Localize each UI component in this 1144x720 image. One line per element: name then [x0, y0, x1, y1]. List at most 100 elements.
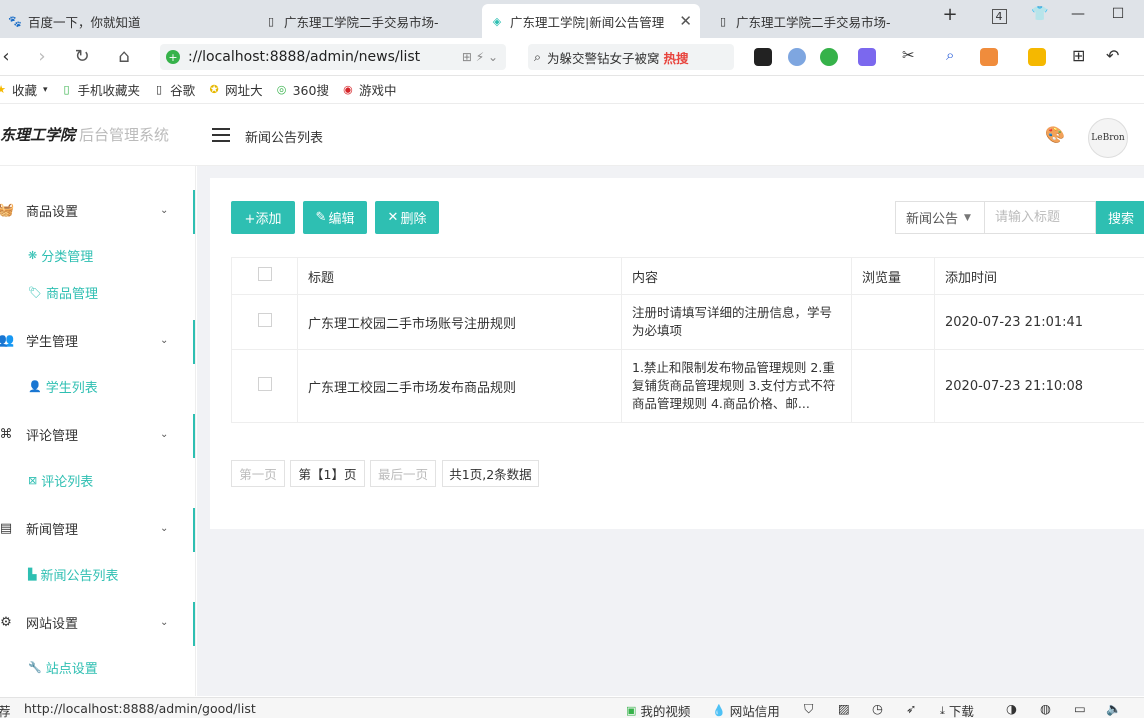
search-button[interactable]: 搜索: [1096, 201, 1144, 234]
menu-toggle-icon[interactable]: [212, 128, 230, 142]
category-filter-select[interactable]: 新闻公告 ▼: [895, 201, 985, 234]
extension-icon[interactable]: [754, 48, 772, 66]
coupon-icon[interactable]: [1028, 48, 1046, 66]
new-tab-icon[interactable]: +: [936, 4, 964, 25]
cell-views: [852, 295, 935, 350]
avatar[interactable]: LeBron: [1088, 118, 1128, 158]
status-browser[interactable]: ◍: [1040, 701, 1051, 716]
title-search-input[interactable]: [984, 201, 1096, 234]
chevron-down-icon: ⌄: [160, 205, 168, 216]
active-indicator: [193, 602, 196, 646]
table-row[interactable]: 广东理工校园二手市场发布商品规则 1.禁止和限制发布物品管理规则 2.重复铺货商…: [232, 350, 1144, 423]
ring-icon: ◎: [275, 83, 289, 97]
tab-label: 广东理工学院|新闻公告管理: [510, 12, 664, 31]
image-icon: ▨: [838, 701, 850, 716]
sidebar-group-news[interactable]: ▤ 新闻管理 ⌄: [0, 508, 196, 548]
sidebar-group-site-settings[interactable]: ⚙ 网站设置 ⌄: [0, 602, 196, 642]
theme-palette-icon[interactable]: 🎨: [1045, 125, 1065, 144]
status-link-url: http://localhost:8888/admin/good/list: [24, 701, 256, 716]
select-all-checkbox[interactable]: [258, 267, 272, 281]
delete-button[interactable]: ✕ 删除: [375, 201, 439, 234]
status-window[interactable]: ▭: [1074, 701, 1086, 716]
browser-search-box[interactable]: ⌕ 为躲交警钻女子被窝 热搜: [528, 44, 734, 70]
settings-icon: ⚙: [0, 615, 14, 630]
search-suggestion: 为躲交警钻女子被窝: [547, 48, 660, 67]
sidebar-group-students[interactable]: 👥 学生管理 ⌄: [0, 320, 196, 360]
browser-tab-market-1[interactable]: ▯ 广东理工学院二手交易市场-: [256, 4, 478, 38]
phone-icon: ▯: [60, 83, 74, 97]
forward-icon[interactable]: ›: [30, 46, 54, 67]
undo-icon[interactable]: ↶: [1106, 46, 1124, 64]
extension-icon[interactable]: [788, 48, 806, 66]
bookmark-mobile[interactable]: ▯ 手机收藏夹: [60, 80, 141, 99]
chevron-down-icon: ⌄: [160, 617, 168, 628]
secure-shield-icon: +: [166, 50, 180, 64]
tab-count-badge[interactable]: 4: [985, 8, 1013, 24]
status-shield[interactable]: ⛉: [804, 701, 813, 717]
bookmark-games[interactable]: ◉ 游戏中: [341, 80, 397, 99]
status-headset[interactable]: ◑: [1006, 701, 1017, 716]
sidebar-group-comments[interactable]: ⌘ 评论管理 ⌄: [0, 414, 196, 454]
game-icon[interactable]: [980, 48, 998, 66]
home-icon[interactable]: ⌂: [112, 46, 136, 67]
cell-time: 2020-07-23 21:10:08: [935, 350, 1144, 423]
translate-icon[interactable]: [858, 48, 876, 66]
browser-tab-baidu[interactable]: 🐾 百度一下，你就知道: [0, 4, 248, 38]
reload-icon[interactable]: ↻: [70, 46, 94, 67]
sidebar-item-goods[interactable]: 🏷 商品管理: [28, 283, 98, 302]
back-icon[interactable]: ‹: [0, 46, 18, 67]
scissors-icon[interactable]: ✂: [902, 46, 920, 64]
row-checkbox[interactable]: [258, 313, 272, 327]
sidebar-item-category[interactable]: ❋ 分类管理: [28, 246, 93, 265]
bookmark-favorites[interactable]: ★ 收藏 ▾: [0, 80, 48, 99]
magnifier-icon[interactable]: ⌕: [946, 46, 964, 64]
url-actions-icon[interactable]: ⊞ ⚡ ⌄: [462, 50, 498, 64]
edit-button[interactable]: ✎ 编辑: [303, 201, 367, 234]
row-checkbox[interactable]: [258, 377, 272, 391]
wrench-icon: 🔧: [28, 661, 42, 674]
status-site-credit[interactable]: 💧 网站信用: [712, 701, 780, 720]
status-image[interactable]: ▨: [838, 701, 850, 716]
apps-grid-icon[interactable]: ⊞: [1072, 46, 1090, 64]
site-logo: 东理工学院后台管理系统: [0, 124, 169, 145]
page-icon: ▯: [152, 83, 166, 97]
gear-icon: ❋: [28, 249, 37, 262]
school-name: 东理工学院: [0, 126, 75, 144]
maximize-icon[interactable]: ☐: [1104, 6, 1132, 22]
bookmark-sites[interactable]: ✪ 网址大: [207, 80, 263, 99]
extension-icon[interactable]: [820, 48, 838, 66]
status-download[interactable]: ⤓ 下载: [940, 701, 974, 720]
column-header: 标题: [298, 258, 622, 295]
browser-tab-market-2[interactable]: ▯ 广东理工学院二手交易市场-: [708, 4, 904, 38]
cell-views: [852, 350, 935, 423]
add-button[interactable]: +添加: [231, 201, 295, 234]
url-bar[interactable]: + ://localhost:8888/admin/news/list ⊞ ⚡ …: [160, 44, 506, 70]
sidebar-item-comment-list[interactable]: ⊠ 评论列表: [28, 471, 93, 490]
minimize-icon[interactable]: —: [1064, 6, 1092, 22]
rocket-icon: ➶: [906, 701, 916, 716]
pager-summary: 共1页,2条数据: [442, 460, 539, 487]
pager-last[interactable]: 最后一页: [370, 460, 436, 487]
shirt-icon[interactable]: 👕: [1026, 6, 1054, 22]
pager-current: 第【1】页: [290, 460, 365, 487]
basket-icon: 🧺: [0, 203, 14, 218]
bookmarks-bar: ★ 收藏 ▾ ▯ 手机收藏夹 ▯ 谷歌 ✪ 网址大 ◎ 360搜 ◉ 游戏中: [0, 76, 1144, 104]
bookmark-360[interactable]: ◎ 360搜: [275, 80, 329, 99]
browser-tab-news-admin[interactable]: ◈ 广东理工学院|新闻公告管理 ✕: [482, 4, 700, 38]
bookmark-google[interactable]: ▯ 谷歌: [152, 80, 195, 99]
sidebar-group-goods-settings[interactable]: 🧺 商品设置 ⌄: [0, 190, 196, 230]
tag-icon: 🏷: [28, 286, 42, 299]
sidebar-item-student-list[interactable]: 👤 学生列表: [28, 377, 98, 396]
status-volume[interactable]: 🔈: [1106, 701, 1122, 717]
pager-first[interactable]: 第一页: [231, 460, 285, 487]
column-header: 浏览量: [852, 258, 935, 295]
table-row[interactable]: 广东理工校园二手市场账号注册规则 注册时请填写详细的注册信息，学号为必填项 20…: [232, 295, 1144, 350]
status-my-videos[interactable]: ▣ 我的视频: [626, 701, 690, 720]
sidebar-item-site-settings[interactable]: 🔧 站点设置: [28, 658, 98, 677]
sidebar-item-news-list[interactable]: ▙ 新闻公告列表: [28, 565, 118, 584]
active-indicator: [193, 508, 196, 552]
status-speed[interactable]: ◷: [872, 701, 883, 716]
status-rocket[interactable]: ➶: [906, 701, 916, 716]
download-icon: ⤓: [940, 704, 945, 718]
close-tab-icon[interactable]: ✕: [673, 12, 692, 30]
